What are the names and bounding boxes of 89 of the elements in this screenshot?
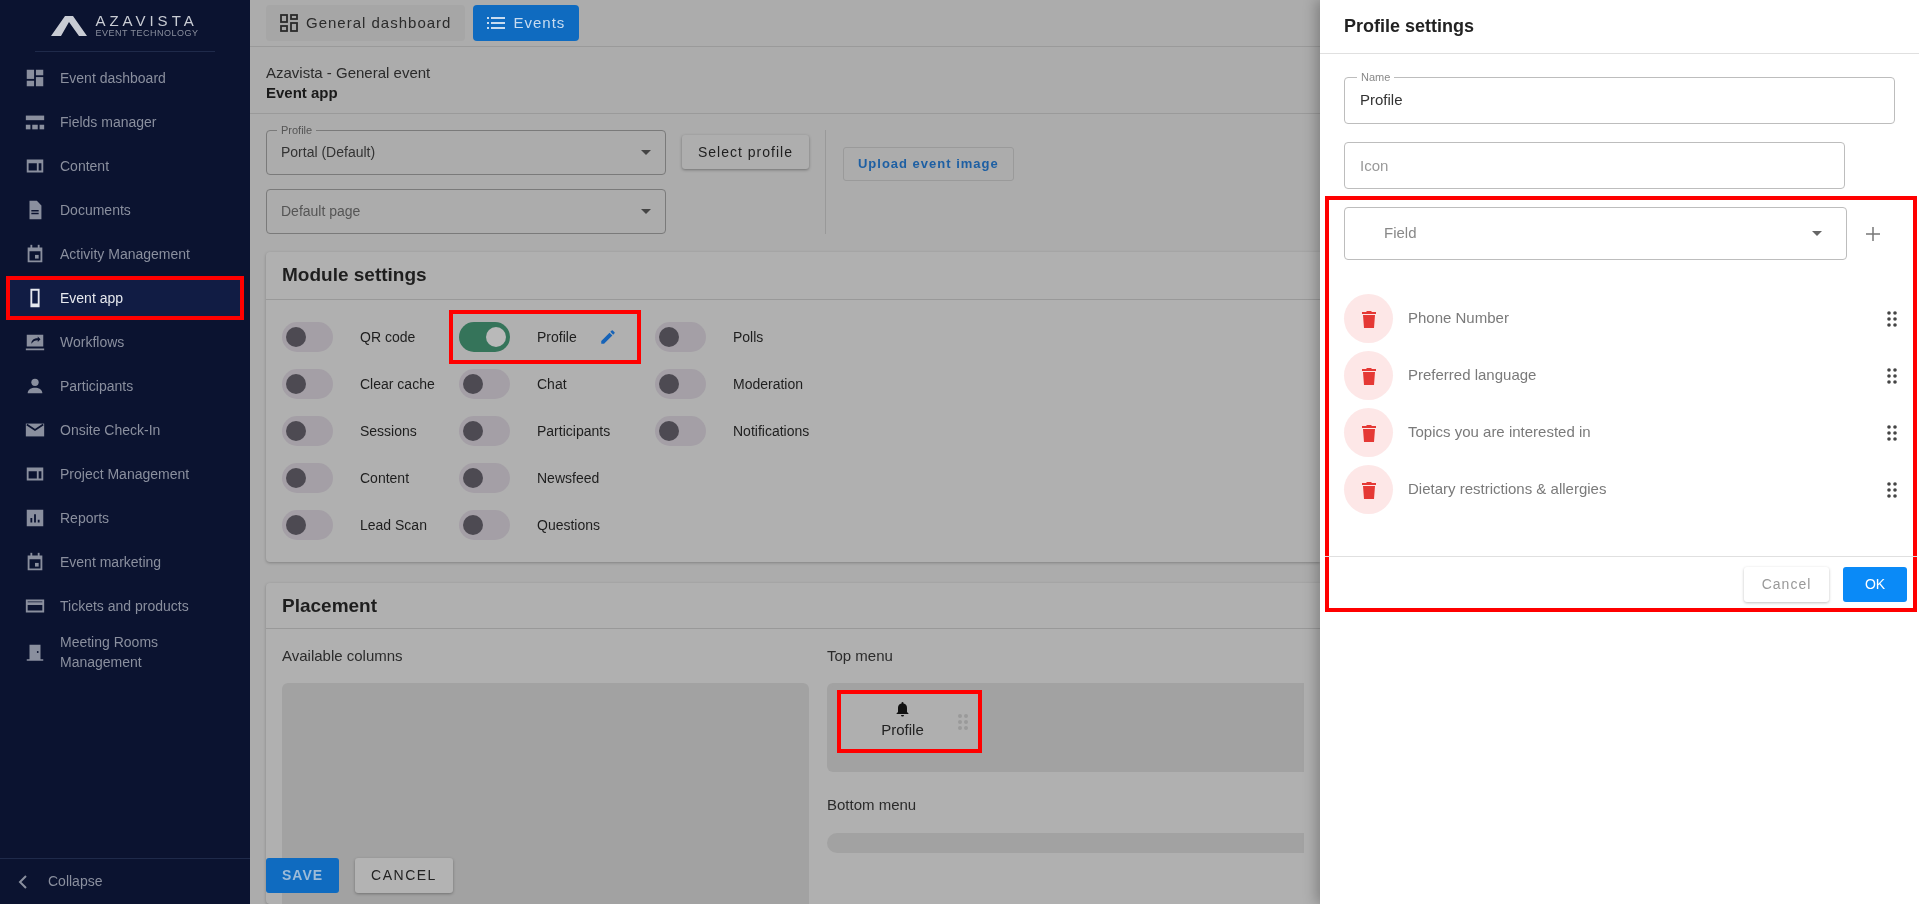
logo-tagline: EVENT TECHNOLOGY xyxy=(95,29,199,38)
drag-handle-icon[interactable] xyxy=(1887,424,1897,441)
module-label: Lead Scan xyxy=(360,515,427,535)
sidebar-item[interactable]: Fields manager xyxy=(6,100,244,144)
module-label: QR code xyxy=(360,327,416,347)
toggle-switch[interactable] xyxy=(282,369,333,399)
sidebar-item[interactable]: Tickets and products xyxy=(6,584,244,628)
section-title: Placement xyxy=(282,593,378,618)
drag-handle-icon[interactable] xyxy=(1887,481,1897,498)
toggle-switch[interactable] xyxy=(282,416,333,446)
sidebar-item[interactable]: Event app xyxy=(6,276,244,320)
delete-button[interactable] xyxy=(1344,294,1393,343)
logo-icon xyxy=(51,15,88,36)
toggle-switch[interactable] xyxy=(655,416,706,446)
dashboard-icon xyxy=(24,67,46,89)
toggle-switch[interactable] xyxy=(282,510,333,540)
logo-wordmark: AZAVISTA xyxy=(95,13,199,28)
drag-handle-icon[interactable] xyxy=(1887,310,1897,327)
sidebar-item[interactable]: Onsite Check-In xyxy=(6,408,244,452)
toggle-switch[interactable] xyxy=(459,369,510,399)
field-select[interactable]: Field xyxy=(1344,207,1847,260)
icon-field[interactable]: Icon xyxy=(1344,142,1845,189)
ok-button[interactable]: OK xyxy=(1843,567,1907,602)
sidebar-item[interactable]: Reports xyxy=(6,496,244,540)
module-label: Newsfeed xyxy=(537,468,600,488)
module-label: Questions xyxy=(537,515,601,535)
bell-icon xyxy=(896,701,909,717)
field-name: Phone Number xyxy=(1408,308,1510,329)
event-title: Azavista - General event xyxy=(266,63,432,83)
field-name: Preferred language xyxy=(1408,365,1538,386)
dropdown-arrow-icon xyxy=(1812,231,1822,236)
trash-icon xyxy=(1360,480,1377,499)
module-label: Chat xyxy=(537,374,567,394)
toggle-switch[interactable] xyxy=(655,369,706,399)
module-label: Moderation xyxy=(733,374,804,394)
dropdown-arrow-icon xyxy=(641,209,651,214)
sidebar-item[interactable]: Meeting Rooms Management xyxy=(6,628,244,676)
module-label: Polls xyxy=(733,327,764,347)
column-label: Available columns xyxy=(282,646,404,666)
column-label: Top menu xyxy=(827,646,894,666)
sidebar-item[interactable]: Documents xyxy=(6,188,244,232)
tab[interactable]: Events xyxy=(473,5,580,41)
column-label: Bottom menu xyxy=(827,795,918,815)
cancel-button[interactable]: Cancel xyxy=(1744,567,1829,602)
sidebar-item[interactable]: Event marketing xyxy=(6,540,244,584)
delete-button[interactable] xyxy=(1344,465,1393,514)
sidebar-item[interactable]: Workflows xyxy=(6,320,244,364)
field-name: Topics you are interested in xyxy=(1408,422,1592,443)
toggle-switch[interactable] xyxy=(459,463,510,493)
trash-icon xyxy=(1360,309,1377,328)
module-label: Profile xyxy=(537,327,577,347)
field-name: Dietary restrictions & allergies xyxy=(1408,479,1608,500)
sidebar-item[interactable]: Activity Management xyxy=(6,232,244,276)
trash-icon xyxy=(1360,423,1377,442)
section-title: Module settings xyxy=(282,262,427,287)
page-title: Event app xyxy=(266,83,339,103)
cancel-button[interactable]: CANCEL xyxy=(355,858,453,893)
plus-icon[interactable] xyxy=(1865,225,1881,242)
toggle-switch[interactable] xyxy=(459,510,510,540)
bar-chart-icon xyxy=(24,507,46,529)
chevron-left-icon xyxy=(18,874,28,889)
delete-button[interactable] xyxy=(1344,351,1393,400)
tab[interactable]: General dashboard xyxy=(266,5,466,41)
select-profile-button[interactable]: Select profile xyxy=(682,135,809,169)
default-page-select[interactable]: Default page xyxy=(266,189,666,234)
pencil-icon[interactable] xyxy=(598,328,617,346)
sidebar-item[interactable]: Participants xyxy=(6,364,244,408)
module-label: Content xyxy=(360,468,410,488)
list-icon xyxy=(487,16,506,30)
collapse-button[interactable]: Collapse xyxy=(0,858,250,904)
delete-button[interactable] xyxy=(1344,408,1393,457)
trash-icon xyxy=(1360,366,1377,385)
sidebar-item[interactable]: Event dashboard xyxy=(6,56,244,100)
toggle-switch[interactable] xyxy=(282,322,333,352)
sidebar-item[interactable]: Content xyxy=(6,144,244,188)
dashboard-icon xyxy=(280,14,298,32)
module-label: Sessions xyxy=(360,421,417,441)
toggle-switch[interactable] xyxy=(282,463,333,493)
module-label: Notifications xyxy=(733,421,810,441)
drag-handle-icon[interactable] xyxy=(1887,367,1897,384)
module-label: Participants xyxy=(537,421,611,441)
toggle-switch[interactable] xyxy=(459,416,510,446)
drawer-title: Profile settings xyxy=(1344,15,1475,38)
sidebar-item[interactable]: Project Management xyxy=(6,452,244,496)
toggle-switch[interactable] xyxy=(459,322,510,352)
upload-image-button[interactable]: Upload event image xyxy=(842,147,1014,181)
dropdown-arrow-icon xyxy=(641,150,651,155)
module-label: Clear cache xyxy=(360,374,435,394)
toggle-switch[interactable] xyxy=(655,322,706,352)
